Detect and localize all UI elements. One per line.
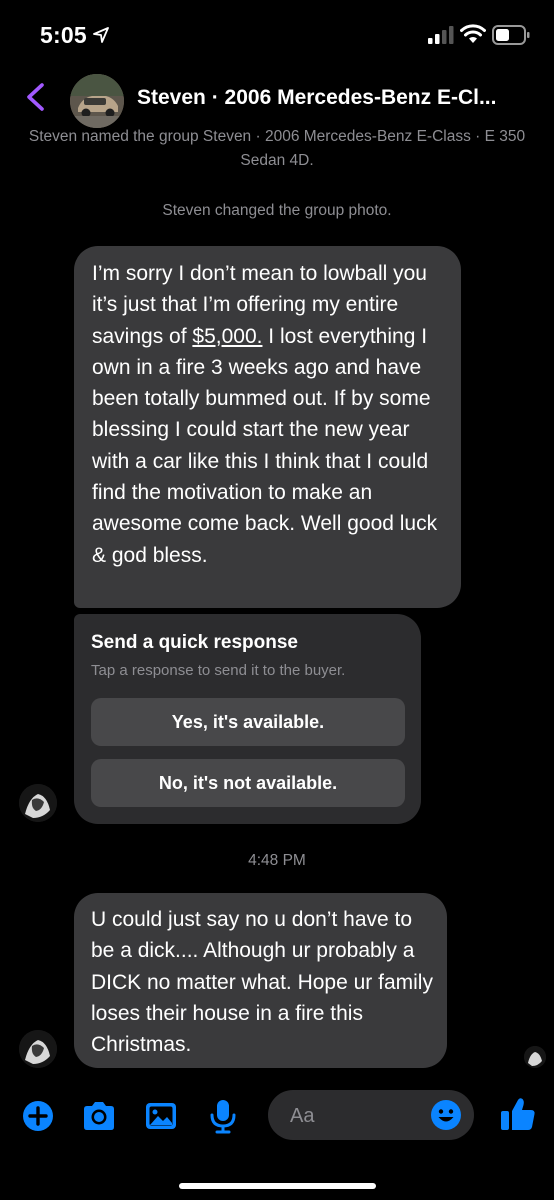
price-link[interactable]: $5,000. <box>192 325 262 348</box>
message-bubble[interactable]: U could just say no u don’t have to be a… <box>74 893 447 1068</box>
system-message-group-named: Steven named the group Steven · 2006 Mer… <box>28 128 526 169</box>
microphone-icon[interactable] <box>203 1096 243 1136</box>
image-icon[interactable] <box>141 1096 181 1136</box>
car-photo-icon <box>70 74 124 128</box>
message-text: I lost everything I own in a fire 3 week… <box>92 324 438 567</box>
status-time: 5:05 <box>40 22 87 48</box>
conversation-title[interactable]: Steven · 2006 Mercedes-Benz E-Cl... <box>137 86 547 110</box>
not-available-button[interactable]: No, it's not available. <box>91 759 405 807</box>
group-avatar[interactable] <box>70 74 124 128</box>
message-text: U could just say no u don’t have to be a… <box>91 908 433 1057</box>
location-arrow-icon <box>93 27 109 43</box>
wifi-icon <box>460 24 486 43</box>
sender-avatar[interactable] <box>19 1030 57 1068</box>
quick-response-subtitle: Tap a response to send it to the buyer. <box>91 662 346 679</box>
thumbs-up-icon[interactable] <box>498 1094 538 1134</box>
back-chevron-icon[interactable] <box>24 82 48 112</box>
sender-avatar[interactable] <box>19 784 57 822</box>
yes-available-button[interactable]: Yes, it's available. <box>91 698 405 746</box>
system-message-photo-changed: Steven changed the group photo. <box>162 202 392 219</box>
camera-icon[interactable] <box>79 1096 119 1136</box>
battery-icon <box>492 25 530 45</box>
emoji-icon[interactable] <box>430 1099 462 1131</box>
message-composer[interactable] <box>268 1090 474 1142</box>
read-receipt-avatar <box>524 1046 546 1068</box>
quick-response-title: Send a quick response <box>91 632 298 653</box>
quick-response-card: Send a quick response Tap a response to … <box>74 614 421 824</box>
signal-icon <box>428 26 454 44</box>
message-timestamp: 4:48 PM <box>248 852 306 869</box>
home-indicator <box>179 1183 376 1189</box>
message-bubble[interactable]: I’m sorry I don’t mean to lowball you it… <box>74 246 461 608</box>
message-input[interactable] <box>288 1090 422 1142</box>
plus-icon[interactable] <box>18 1096 58 1136</box>
